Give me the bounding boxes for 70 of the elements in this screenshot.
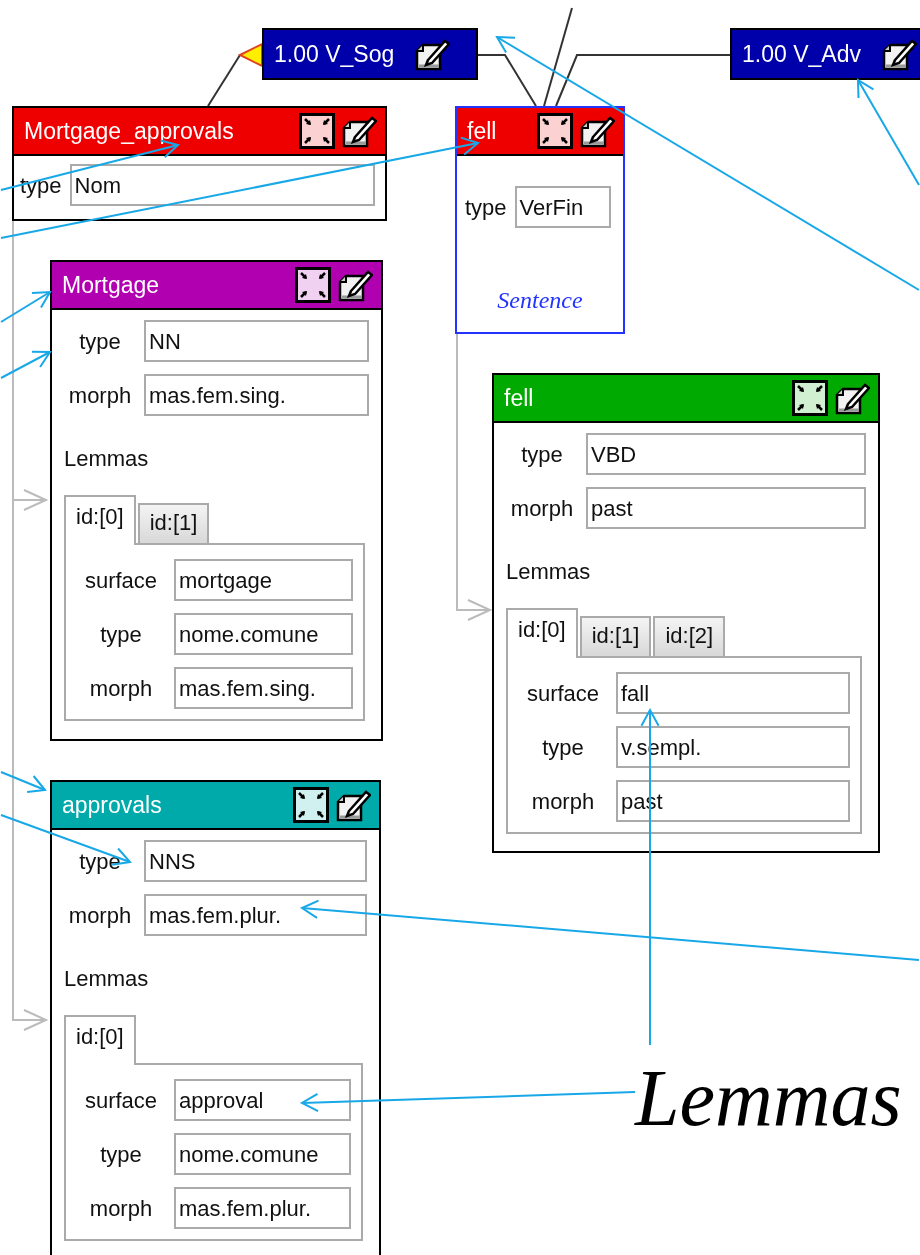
field-label: type (541, 733, 585, 762)
field-label: type (99, 1140, 143, 1169)
field-label: morph (509, 494, 575, 523)
expand-icon[interactable] (295, 267, 331, 303)
relation-box[interactable]: 1.00 V_Sog (262, 28, 478, 80)
connector-line (207, 54, 241, 107)
expand-icon[interactable] (299, 113, 335, 149)
lemma-tab[interactable]: id:[1] (579, 616, 652, 656)
node-title: Mortgage (62, 270, 161, 300)
relation-label: 1.00 V_Sog (274, 39, 395, 69)
value-field[interactable]: Nom (69, 164, 375, 206)
relation-box[interactable]: 1.00 V_Adv (730, 28, 920, 80)
node-title: approvals (62, 790, 163, 820)
field-label: type (520, 440, 564, 469)
section-label: Lemmas (506, 558, 592, 586)
node-card[interactable]: Mortgage_approvals type Nom (12, 106, 387, 221)
section-label: Lemmas (64, 445, 150, 473)
node-header[interactable]: Mortgage (52, 262, 381, 310)
node-card[interactable]: Mortgage type NN morph mas.fem.sing. Lemmas id:[0] id:[1] surface mortgage type nome.comune morph mas.fem.sing. (50, 260, 383, 741)
value-field[interactable]: mas.fem.plur. (144, 894, 367, 936)
value-field[interactable]: nome.comune (174, 613, 353, 655)
field-label: type (465, 193, 507, 222)
field-label: morph (67, 901, 133, 930)
annotation-label: Lemmas (635, 1058, 902, 1138)
value-field[interactable]: NN (144, 320, 369, 362)
relation-label: 1.00 V_Adv (742, 39, 861, 69)
field-label: type (78, 847, 122, 876)
expand-icon[interactable] (792, 380, 828, 416)
value-field[interactable]: fall (616, 672, 850, 714)
field-label: morph (530, 787, 596, 816)
node-header[interactable]: Mortgage_approvals (14, 108, 385, 156)
value-field[interactable]: VerFin (514, 186, 611, 228)
section-label: Lemmas (64, 965, 150, 993)
lemma-tab[interactable]: id:[0] (506, 608, 578, 658)
value-field[interactable]: mortgage (174, 559, 353, 601)
field-label: surface (83, 566, 159, 595)
field-label: surface (525, 679, 601, 708)
node-footer: Sentence (457, 282, 623, 332)
value-field[interactable]: VBD (586, 433, 866, 475)
value-field[interactable]: past (586, 487, 866, 529)
node-card[interactable]: approvals type NNS morph mas.fem.plur. Lemmas id:[0] surface approval type nome.comune morph mas.fem.plur. (50, 780, 381, 1255)
field-label: morph (88, 1194, 154, 1223)
link-marker (237, 42, 263, 68)
lemma-tab[interactable]: id:[0] (64, 1015, 136, 1065)
field-label: type (78, 327, 122, 356)
annotation-arrow (0, 290, 52, 323)
value-field[interactable]: mas.fem.sing. (174, 667, 353, 709)
field-label: morph (67, 381, 133, 410)
expand-icon[interactable] (537, 113, 573, 149)
field-label: type (99, 620, 143, 649)
node-title: Mortgage_approvals (24, 116, 235, 146)
value-field[interactable]: approval (174, 1079, 351, 1121)
node-title: fell (504, 383, 535, 413)
node-header[interactable]: fell (457, 108, 623, 156)
value-field[interactable]: nome.comune (174, 1133, 351, 1175)
field-label: type (20, 171, 62, 200)
value-field[interactable]: mas.fem.sing. (144, 374, 369, 416)
annotation-arrow (0, 771, 47, 793)
node-card[interactable]: fell type VerFin Sentence (455, 106, 625, 334)
expand-icon[interactable] (293, 787, 329, 823)
connector-line (477, 54, 537, 107)
field-label: morph (88, 674, 154, 703)
value-field[interactable]: mas.fem.plur. (174, 1187, 351, 1229)
lemma-tab[interactable]: id:[2] (653, 616, 726, 656)
node-title: fell (467, 116, 498, 146)
annotation-arrow (0, 350, 52, 379)
lemma-tab[interactable]: id:[0] (64, 495, 136, 545)
field-label: surface (83, 1086, 159, 1115)
lemma-tab[interactable]: id:[1] (137, 503, 210, 543)
value-field[interactable]: NNS (144, 840, 367, 882)
